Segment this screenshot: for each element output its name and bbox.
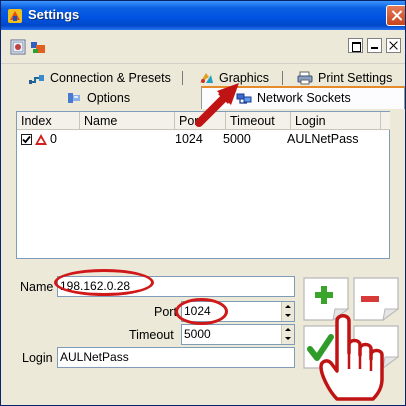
title-bar[interactable]: Settings [1, 1, 405, 30]
settings-window: Settings Connection & Presets Graphics P… [0, 0, 406, 406]
presets-icon[interactable] [30, 39, 46, 55]
column-header-filler [381, 112, 390, 130]
column-header-name[interactable]: Name [80, 112, 175, 130]
options-icon [68, 93, 80, 103]
restore-button[interactable] [348, 38, 363, 53]
port-field[interactable]: 1024 [181, 301, 295, 322]
table-row[interactable]: 0 1024 5000 AULNetPass [17, 131, 389, 149]
name-label: Name [20, 280, 54, 294]
cell-login: AULNetPass [287, 132, 359, 146]
port-spinner[interactable] [281, 302, 294, 321]
cell-timeout: 5000 [223, 132, 251, 146]
login-field[interactable]: AULNetPass [57, 347, 295, 368]
timeout-value: 5000 [184, 327, 211, 341]
settings-icon[interactable] [10, 39, 26, 55]
tab-print-settings[interactable]: Print Settings [297, 69, 392, 87]
tab-separator [182, 71, 183, 85]
print-icon [297, 71, 313, 85]
sockets-grid[interactable]: Index Name Port Timeout Login 0 1024 500… [16, 111, 390, 259]
tab-network-sockets-content: Network Sockets [236, 89, 404, 107]
cell-index: 0 [50, 132, 57, 146]
connection-icon [29, 75, 44, 84]
minus-icon [361, 296, 379, 302]
timeout-spinner[interactable] [281, 325, 294, 344]
toolbar [1, 30, 405, 64]
tab-label: Options [87, 91, 131, 105]
login-label: Login [22, 351, 53, 365]
tab-separator [282, 71, 283, 85]
minimize-button[interactable] [367, 38, 382, 53]
window-close-button[interactable] [386, 5, 405, 26]
close-button[interactable] [386, 38, 401, 53]
tab-connection-presets[interactable]: Connection & Presets [29, 69, 171, 87]
port-label: Port [154, 305, 177, 319]
hand-cursor-icon [319, 314, 384, 401]
column-header-index[interactable]: Index [17, 112, 80, 130]
cell-port: 1024 [175, 132, 203, 146]
app-icon [8, 9, 22, 23]
window-title: Settings [28, 7, 80, 22]
row-checkbox[interactable] [21, 134, 32, 145]
tab-label: Connection & Presets [50, 71, 171, 85]
tab-label: Print Settings [318, 71, 393, 85]
tab-options[interactable]: Options [66, 89, 130, 107]
column-header-login[interactable]: Login [291, 112, 381, 130]
socket-status-icon [35, 134, 47, 145]
port-value: 1024 [184, 304, 211, 318]
timeout-field[interactable]: 5000 [181, 324, 295, 345]
name-field[interactable]: 198.162.0.28 [57, 276, 295, 297]
arrow-icon [195, 83, 239, 127]
timeout-label: Timeout [129, 328, 174, 342]
tab-label: Network Sockets [257, 91, 351, 105]
